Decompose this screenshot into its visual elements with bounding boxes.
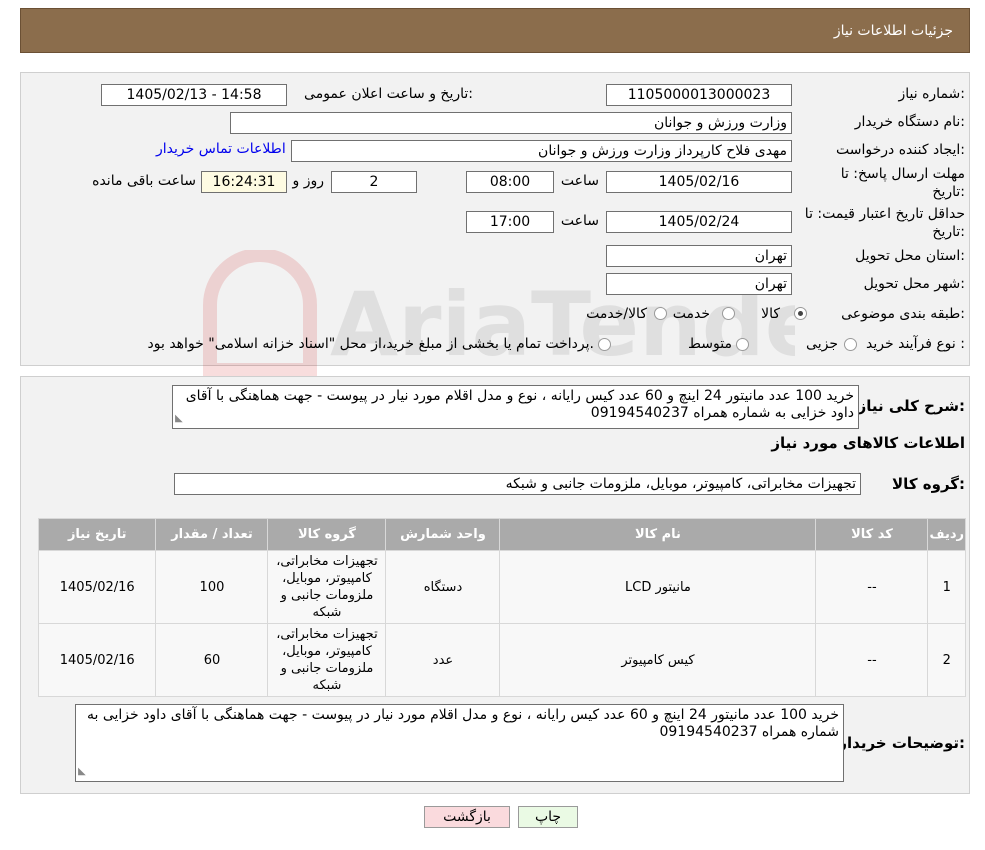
buyer-org-label: نام دستگاه خریدار: xyxy=(854,114,965,130)
need-number-label: شماره نیاز: xyxy=(898,86,965,102)
buyer-contact-link[interactable]: اطلاعات تماس خریدار xyxy=(156,141,286,157)
remaining-time-field: 16:24:31 xyxy=(201,171,287,193)
print-button[interactable]: چاپ xyxy=(518,806,578,828)
cell-group: تجهیزات مخابراتی، کامپیوتر، موبایل، ملزو… xyxy=(267,550,387,624)
creator-field: مهدی فلاح کارپرداز وزارت ورزش و جوانان xyxy=(291,140,792,162)
resize-handle-icon[interactable]: ◢ xyxy=(175,410,183,427)
category-radio-service[interactable] xyxy=(722,307,735,320)
buyer-notes-textarea[interactable]: خرید 100 عدد مانیتور 24 اینچ و 60 عدد کی… xyxy=(75,704,844,782)
buyer-org-field: وزارت ورزش و جوانان xyxy=(230,112,792,134)
price-validity-label-text: حداقل تاریخ اعتبار قیمت: تا تاریخ: xyxy=(804,206,965,240)
process-radio-treasury[interactable] xyxy=(598,338,611,351)
city-label: شهر محل تحویل: xyxy=(863,276,965,292)
cell-unit: عدد xyxy=(385,623,501,697)
reply-deadline-label: مهلت ارسال پاسخ: تا تاریخ: xyxy=(805,165,965,201)
cell-unit: دستگاه xyxy=(385,550,501,624)
price-time-field: 17:00 xyxy=(466,211,554,233)
announce-datetime-field: 1405/02/13 - 14:58 xyxy=(101,84,287,106)
process-option-minor: جزیی xyxy=(806,336,838,352)
province-field: تهران xyxy=(606,245,792,267)
creator-label: ایجاد کننده درخواست: xyxy=(836,142,965,158)
category-option-goods: کالا xyxy=(761,306,780,322)
cell-row: 1 xyxy=(927,550,966,624)
group-field: تجهیزات مخابراتی، کامپیوتر، موبایل، ملزو… xyxy=(174,473,861,495)
price-validity-label: حداقل تاریخ اعتبار قیمت: تا تاریخ: xyxy=(785,205,965,241)
price-time-label: ساعت xyxy=(560,213,599,229)
process-label: نوع فرآیند خرید : xyxy=(866,336,965,352)
reply-time-field: 08:00 xyxy=(466,171,554,193)
cell-row: 2 xyxy=(927,623,966,697)
category-radio-goods-service[interactable] xyxy=(654,307,667,320)
cell-name: کیس کامپیوتر xyxy=(499,623,817,697)
cell-date: 1405/02/16 xyxy=(37,550,157,624)
process-radio-medium[interactable] xyxy=(736,338,749,351)
process-note: پرداخت تمام یا بخشی از مبلغ خرید،از محل … xyxy=(147,336,594,352)
table-row: 2 -- کیس کامپیوتر عدد تجهیزات مخابراتی، … xyxy=(37,623,966,697)
cell-name: مانیتور LCD xyxy=(499,550,817,624)
col-date-header: تاریخ نیاز xyxy=(37,518,157,551)
remaining-label: ساعت باقی مانده xyxy=(92,173,196,189)
back-button[interactable]: بازگشت xyxy=(424,806,510,828)
table-header-row: ردیف کد کالا نام کالا واحد شمارش گروه کا… xyxy=(37,518,966,551)
group-label: گروه کالا: xyxy=(892,475,965,493)
category-option-service: خدمت xyxy=(672,306,710,322)
page-title: جزئیات اطلاعات نیاز xyxy=(833,22,953,39)
reply-deadline-label-text: مهلت ارسال پاسخ: تا تاریخ: xyxy=(840,166,965,200)
cell-date: 1405/02/16 xyxy=(37,623,157,697)
buyer-notes-label: توضیحات خریدار: xyxy=(838,734,965,752)
price-date-field: 1405/02/24 xyxy=(606,211,792,233)
summary-textarea[interactable]: خرید 100 عدد مانیتور 24 اینچ و 60 عدد کی… xyxy=(172,385,859,429)
category-radio-goods[interactable] xyxy=(794,307,807,320)
table-row: 1 -- مانیتور LCD دستگاه تجهیزات مخابراتی… xyxy=(37,550,966,624)
province-label: استان محل تحویل: xyxy=(855,248,965,264)
announce-label: تاریخ و ساعت اعلان عمومی: xyxy=(304,86,473,102)
col-unit-header: واحد شمارش xyxy=(385,518,501,551)
city-field: تهران xyxy=(606,273,792,295)
need-number-field: 1105000013000023 xyxy=(606,84,792,106)
buyer-notes-text: خرید 100 عدد مانیتور 24 اینچ و 60 عدد کی… xyxy=(87,707,839,740)
process-option-medium: متوسط xyxy=(688,336,732,352)
items-table: ردیف کد کالا نام کالا واحد شمارش گروه کا… xyxy=(37,518,966,697)
col-row-header: ردیف xyxy=(927,518,966,551)
cell-code: -- xyxy=(815,623,929,697)
cell-group: تجهیزات مخابراتی، کامپیوتر، موبایل، ملزو… xyxy=(267,623,387,697)
cell-code: -- xyxy=(815,550,929,624)
col-group-header: گروه کالا xyxy=(267,518,387,551)
category-label: طبقه بندی موضوعی: xyxy=(841,306,965,322)
resize-handle-icon[interactable]: ◢ xyxy=(78,763,86,780)
page-header: جزئیات اطلاعات نیاز xyxy=(20,8,970,53)
days-label: روز و xyxy=(292,173,325,189)
cell-qty: 60 xyxy=(155,623,269,697)
items-title: اطلاعات کالاهای مورد نیاز xyxy=(771,434,965,452)
process-radio-minor[interactable] xyxy=(844,338,857,351)
reply-date-field: 1405/02/16 xyxy=(606,171,792,193)
col-name-header: نام کالا xyxy=(499,518,817,551)
col-code-header: کد کالا xyxy=(815,518,929,551)
summary-label: شرح کلی نیاز: xyxy=(857,397,965,415)
summary-text: خرید 100 عدد مانیتور 24 اینچ و 60 عدد کی… xyxy=(185,388,854,421)
cell-qty: 100 xyxy=(155,550,269,624)
col-qty-header: تعداد / مقدار xyxy=(155,518,269,551)
reply-time-label: ساعت xyxy=(560,173,599,189)
remaining-days-field: 2 xyxy=(331,171,417,193)
category-option-goods-service: کالا/خدمت xyxy=(586,306,647,322)
